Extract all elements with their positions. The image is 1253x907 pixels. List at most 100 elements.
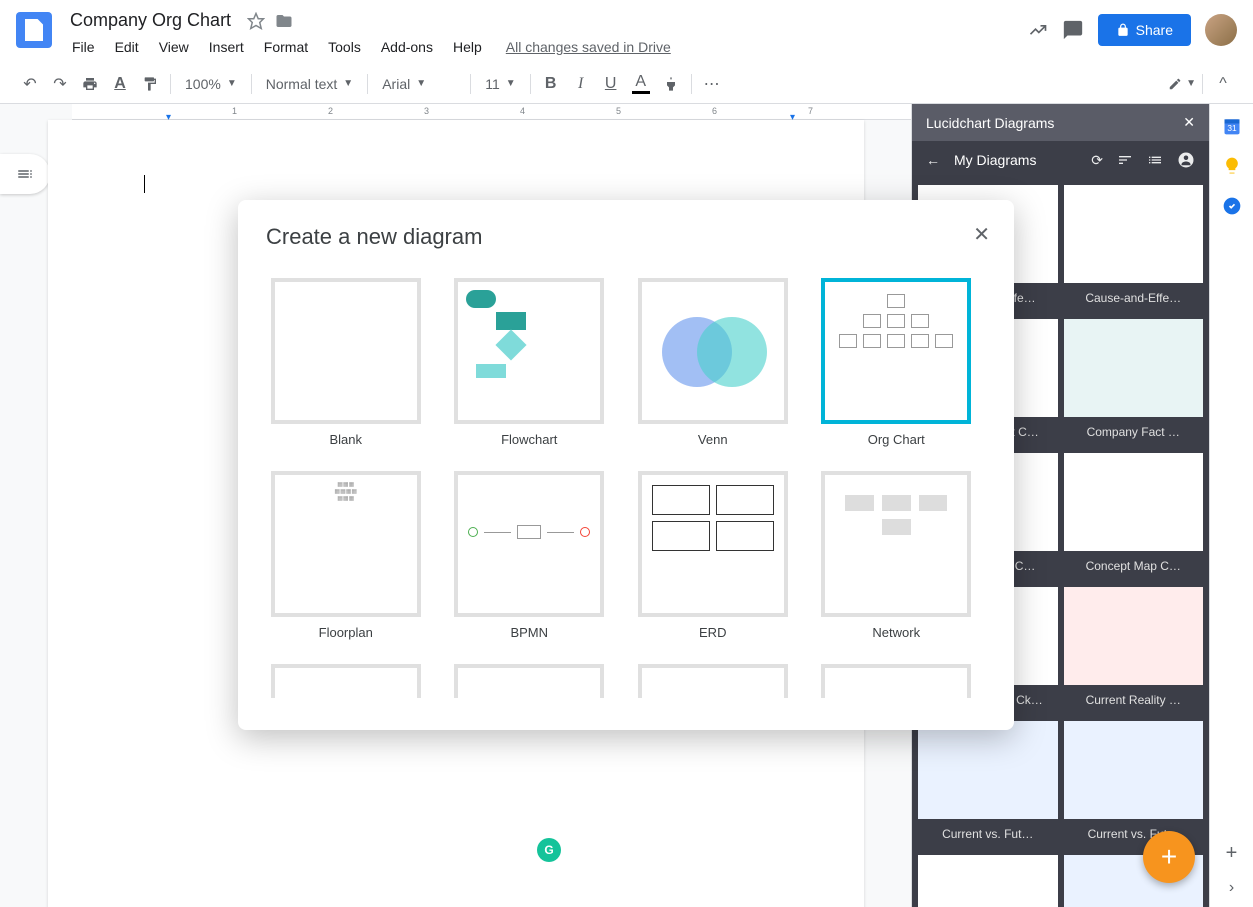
template-thumb — [821, 278, 971, 424]
folder-icon[interactable] — [275, 12, 293, 30]
diagram-label: Cause-and-Effe… — [1064, 283, 1204, 313]
hide-menus-button[interactable]: ^ — [1209, 70, 1237, 98]
diagram-thumb — [1064, 721, 1204, 819]
editing-mode-button[interactable]: ▼ — [1168, 70, 1196, 98]
template-org-chart[interactable]: Org Chart — [817, 278, 977, 447]
paint-format-button[interactable] — [136, 70, 164, 98]
tasks-icon[interactable] — [1222, 196, 1242, 216]
diagram-card[interactable] — [918, 855, 1058, 907]
spellcheck-button[interactable]: A — [106, 70, 134, 98]
template-thumb — [638, 471, 788, 617]
collapse-strip-icon[interactable]: › — [1229, 879, 1234, 897]
more-button[interactable]: ⋯ — [698, 70, 726, 98]
menu-tools[interactable]: Tools — [320, 35, 369, 59]
text-color-button[interactable]: A — [627, 70, 655, 98]
template-floorplan[interactable]: ▦▦▦▦▦▦▦▦▦▦Floorplan — [266, 471, 426, 640]
activity-icon[interactable] — [1028, 20, 1048, 40]
title-row: Company Org Chart — [64, 8, 1028, 33]
list-icon[interactable] — [1147, 152, 1163, 168]
menu-help[interactable]: Help — [445, 35, 490, 59]
docs-logo-icon[interactable] — [16, 12, 52, 48]
font-dropdown[interactable]: Arial▼ — [374, 72, 464, 96]
save-status[interactable]: All changes saved in Drive — [506, 35, 671, 59]
new-diagram-fab[interactable]: + — [1143, 831, 1195, 883]
redo-button[interactable]: ↷ — [46, 70, 74, 98]
diagram-card[interactable]: Cause-and-Effe… — [1064, 185, 1204, 313]
close-icon[interactable]: ✕ — [973, 222, 990, 247]
template-partial[interactable] — [450, 664, 610, 698]
template-label: Flowchart — [450, 432, 610, 447]
toolbar-sep — [470, 74, 471, 94]
template-partial[interactable] — [817, 664, 977, 698]
bold-button[interactable]: B — [537, 70, 565, 98]
template-network[interactable]: Network — [817, 471, 977, 640]
template-grid[interactable]: Blank Flowchart Venn Org Chart ▦▦▦▦▦▦▦▦▦▦Flo… — [266, 278, 986, 698]
template-label: Network — [817, 625, 977, 640]
toolbar-sep — [530, 74, 531, 94]
ruler-mark: 4 — [520, 106, 525, 116]
comments-icon[interactable] — [1062, 19, 1084, 41]
keep-icon[interactable] — [1222, 156, 1242, 176]
ruler[interactable]: ▾ 1 2 3 4 5 6 7 ▾ — [72, 104, 911, 120]
diagram-thumb — [918, 855, 1058, 907]
template-thumb — [454, 278, 604, 424]
template-erd[interactable]: ERD — [633, 471, 793, 640]
diagram-card[interactable]: Company Fact … — [1064, 319, 1204, 447]
document-title[interactable]: Company Org Chart — [64, 8, 237, 33]
highlight-button[interactable] — [657, 70, 685, 98]
fontsize-dropdown[interactable]: 11▼ — [477, 72, 523, 96]
template-label: Venn — [633, 432, 793, 447]
menu-edit[interactable]: Edit — [107, 35, 147, 59]
ruler-mark: 7 — [808, 106, 813, 116]
template-partial[interactable] — [266, 664, 426, 698]
template-flowchart[interactable]: Flowchart — [450, 278, 610, 447]
user-avatar[interactable] — [1205, 14, 1237, 46]
refresh-icon[interactable]: ⟳ — [1091, 152, 1103, 169]
toolbar-sep — [170, 74, 171, 94]
sort-icon[interactable] — [1117, 152, 1133, 168]
diagram-card[interactable]: Current vs. Fut… — [1064, 721, 1204, 849]
italic-button[interactable]: I — [567, 70, 595, 98]
style-dropdown[interactable]: Normal text▼ — [258, 72, 361, 96]
back-icon[interactable]: ← — [926, 152, 940, 168]
account-icon[interactable] — [1177, 151, 1195, 169]
diagram-card[interactable]: Current vs. Fut… — [918, 721, 1058, 849]
lucidchart-title: Lucidchart Diagrams — [926, 115, 1054, 131]
diagram-card[interactable]: Current Reality … — [1064, 587, 1204, 715]
undo-button[interactable]: ↶ — [16, 70, 44, 98]
template-thumb — [454, 471, 604, 617]
template-thumb — [638, 278, 788, 424]
ruler-mark: 2 — [328, 106, 333, 116]
template-blank[interactable]: Blank — [266, 278, 426, 447]
lucidchart-nav-title: My Diagrams — [954, 152, 1077, 168]
outline-icon — [16, 165, 34, 183]
template-venn[interactable]: Venn — [633, 278, 793, 447]
share-button[interactable]: Share — [1098, 14, 1191, 46]
diagram-card[interactable]: Concept Map C… — [1064, 453, 1204, 581]
menu-addons[interactable]: Add-ons — [373, 35, 441, 59]
menu-file[interactable]: File — [64, 35, 103, 59]
lucidchart-nav: ← My Diagrams ⟳ — [912, 141, 1209, 179]
share-label: Share — [1136, 22, 1173, 38]
template-thumb — [454, 664, 604, 698]
ruler-mark: 6 — [712, 106, 717, 116]
menu-view[interactable]: View — [151, 35, 197, 59]
toolbar-sep — [1202, 74, 1203, 94]
lock-icon — [1116, 23, 1130, 37]
grammarly-icon[interactable]: G — [537, 838, 561, 862]
underline-button[interactable]: U — [597, 70, 625, 98]
menu-bar: File Edit View Insert Format Tools Add-o… — [64, 35, 1028, 59]
star-icon[interactable] — [247, 12, 265, 30]
zoom-dropdown[interactable]: 100%▼ — [177, 72, 245, 96]
template-thumb — [271, 278, 421, 424]
template-partial[interactable] — [633, 664, 793, 698]
calendar-icon[interactable]: 31 — [1222, 116, 1242, 136]
outline-toggle-button[interactable] — [0, 154, 50, 194]
template-bpmn[interactable]: BPMN — [450, 471, 610, 640]
add-addon-icon[interactable]: + — [1226, 842, 1238, 865]
print-button[interactable] — [76, 70, 104, 98]
menu-format[interactable]: Format — [256, 35, 316, 59]
close-icon[interactable]: ✕ — [1183, 114, 1195, 131]
diagram-thumb — [1064, 185, 1204, 283]
menu-insert[interactable]: Insert — [201, 35, 252, 59]
